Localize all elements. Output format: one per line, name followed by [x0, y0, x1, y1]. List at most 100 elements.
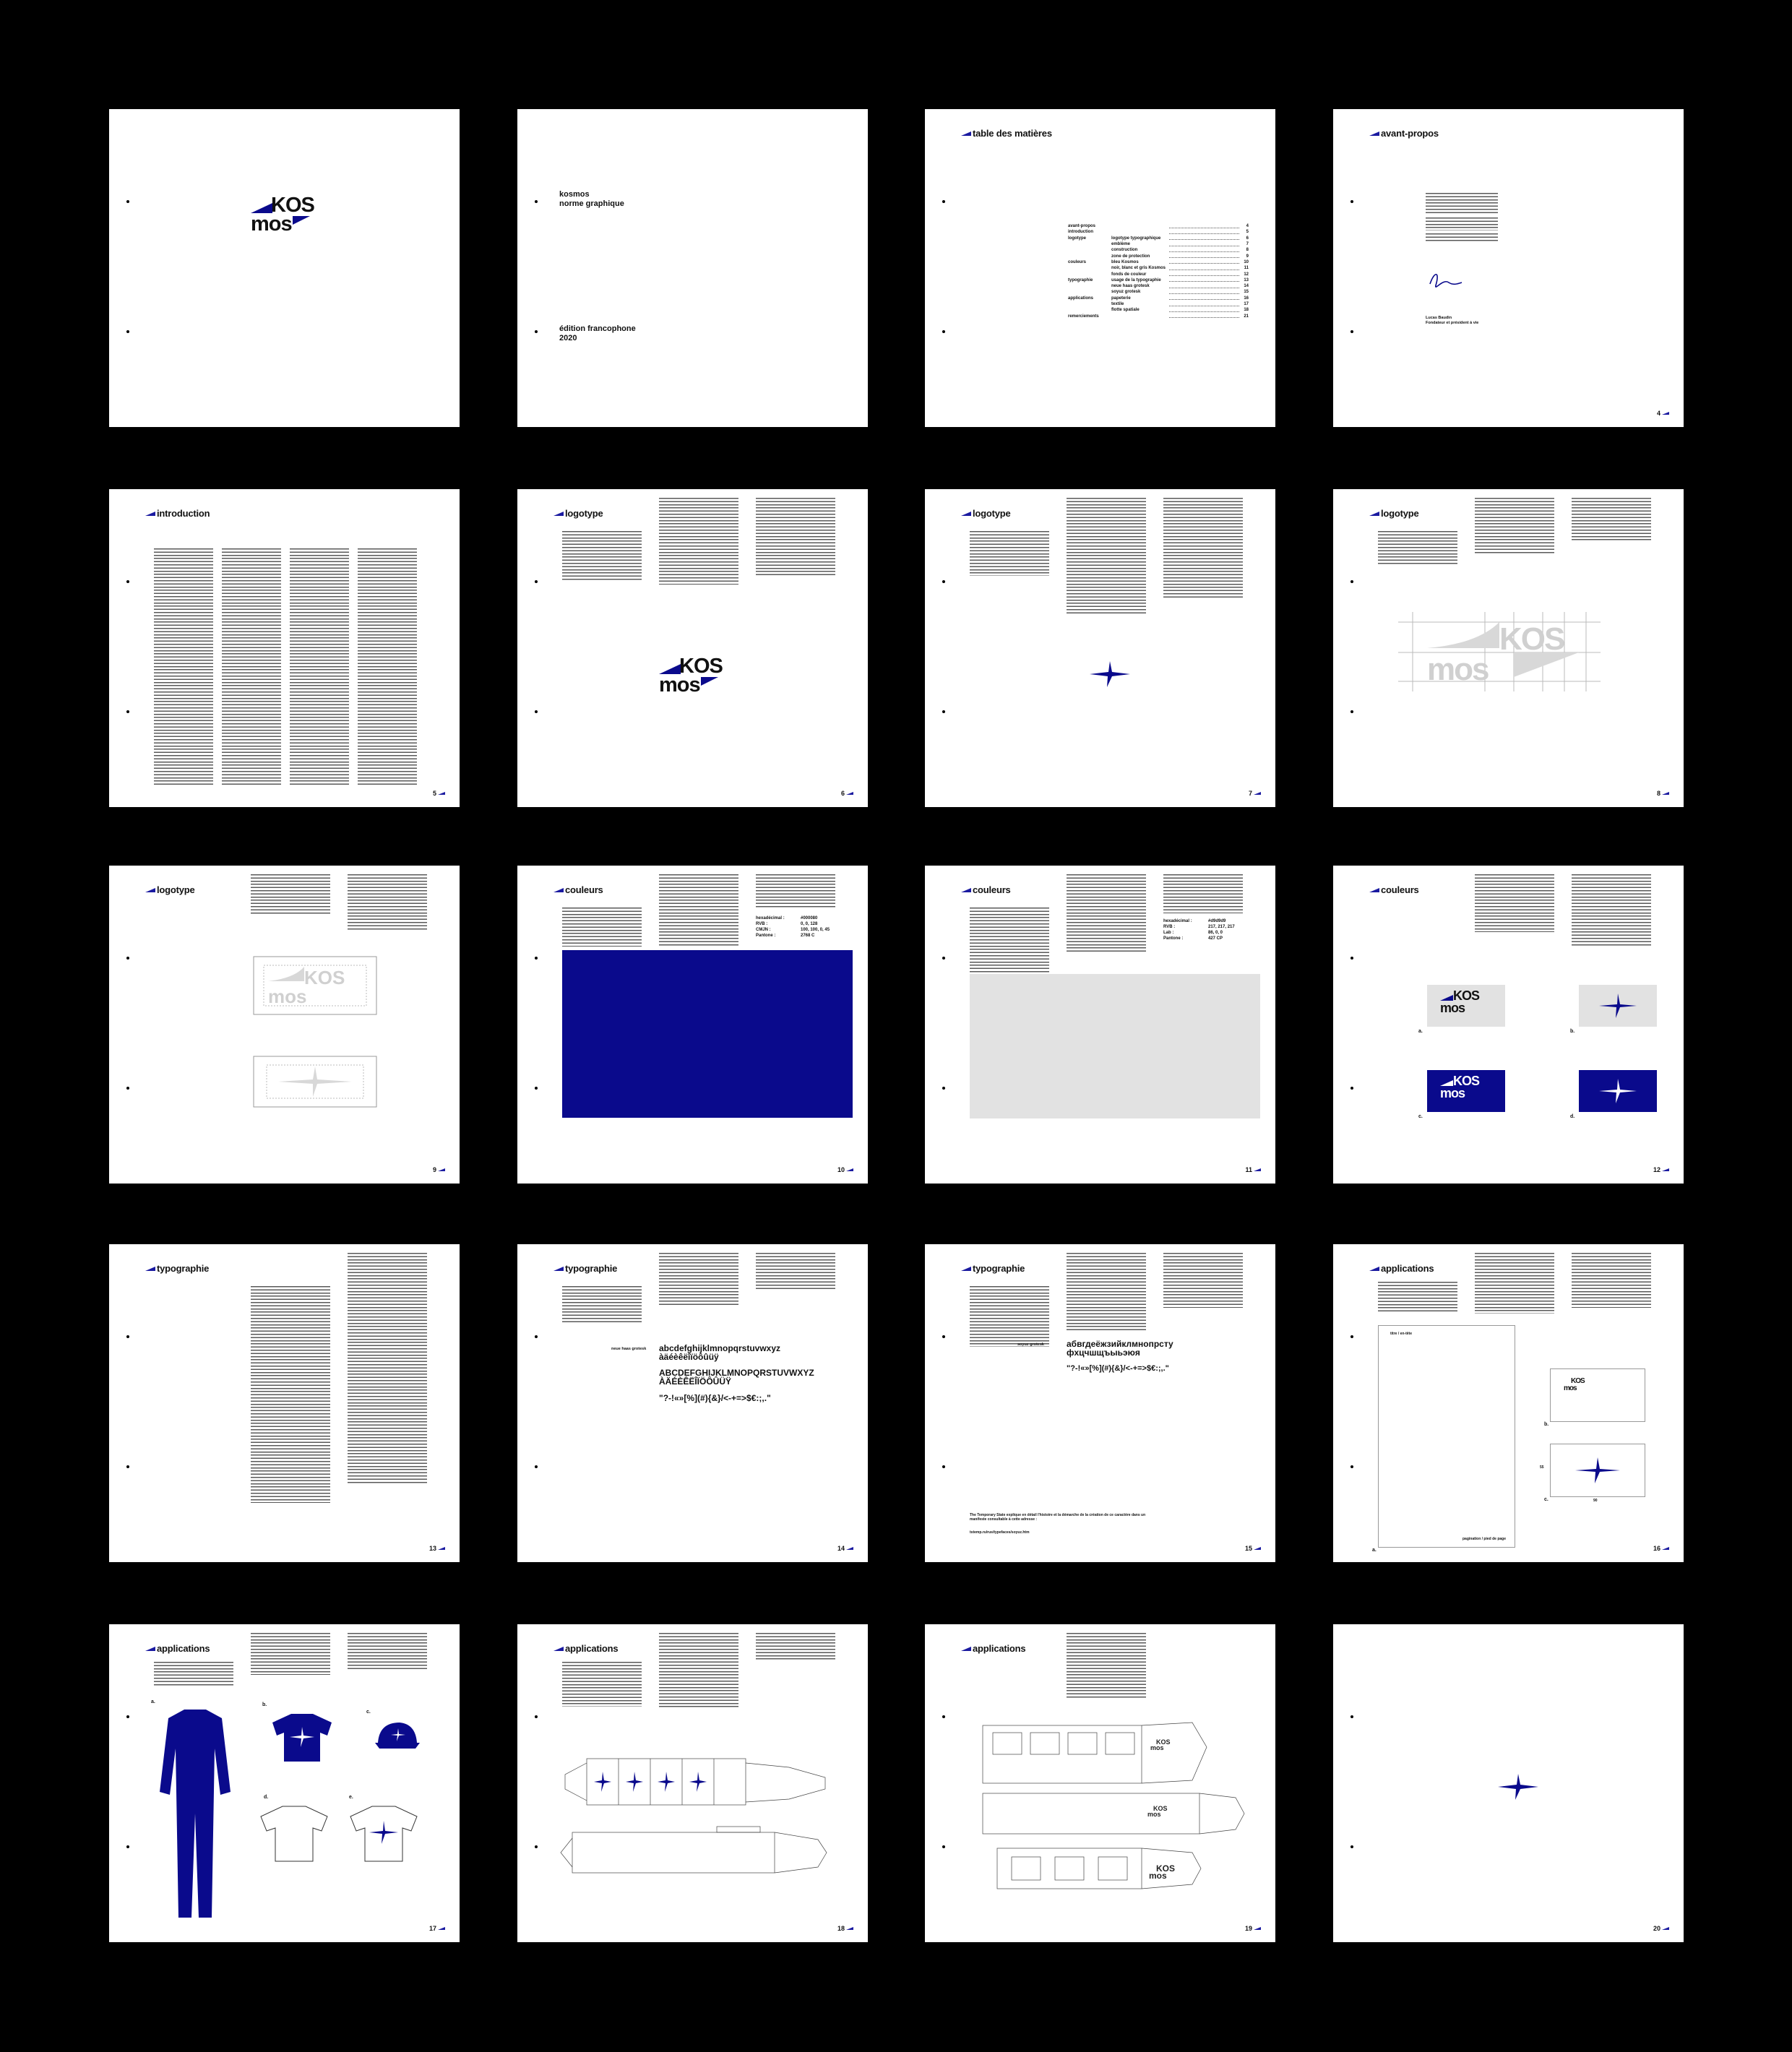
- color-values-table: hexadécimal : #d9d9d9 RVB :217, 217, 217 …: [1163, 919, 1235, 941]
- figure-label: b.: [262, 1702, 267, 1707]
- introduction-title: introduction: [145, 508, 210, 519]
- kosmos-logo: KOS mos: [251, 194, 315, 239]
- toc-leader: [1169, 225, 1239, 228]
- toc-page: 12: [1244, 272, 1249, 277]
- emblem-on-gray: [1579, 985, 1657, 1027]
- specimen-symbols: "?-!«»[%](#){&}/<-+=>$€:;,.": [659, 1393, 771, 1403]
- toc-row[interactable]: textile 17: [1068, 301, 1249, 307]
- toc-section: avant-propos: [1068, 224, 1096, 229]
- toc-leader: [1169, 260, 1239, 264]
- body-text-column: [562, 531, 642, 582]
- logotype-title: logotype: [145, 884, 195, 895]
- toc-row[interactable]: noir, blanc et gris Kosmos 11: [1068, 265, 1249, 271]
- page-couleurs-12: couleurs KOS mos a. b. KOS mos c. d. 12: [1333, 866, 1684, 1184]
- body-text-column: [1572, 1253, 1651, 1308]
- page-logotype-8: logotype KOS mos 8: [1333, 489, 1684, 807]
- couleurs-title: couleurs: [961, 884, 1011, 895]
- body-text-column: [1475, 874, 1554, 932]
- page-number: 11: [1245, 1166, 1261, 1173]
- toc-row[interactable]: typographie usage de la typographie 13: [1068, 277, 1249, 283]
- toc-row[interactable]: couleurs bleu Kosmos 10: [1068, 259, 1249, 265]
- toc-leader: [1169, 272, 1239, 277]
- toc-row[interactable]: emblème 7: [1068, 241, 1249, 247]
- toc-page: 17: [1244, 302, 1249, 306]
- toc-page: 4: [1246, 224, 1249, 229]
- logotype-title: logotype: [553, 508, 603, 519]
- toc-row[interactable]: fonds de couleur 12: [1068, 271, 1249, 277]
- page-applications-18: applications 18: [517, 1624, 868, 1942]
- emblem-protection-diagram: [253, 1056, 377, 1108]
- toc-row[interactable]: introduction 5: [1068, 229, 1249, 235]
- page-logotype-9: logotype KOS mos 9: [109, 866, 460, 1184]
- toc-row[interactable]: applications papeterie 16: [1068, 296, 1249, 301]
- spacecraft-top-view-drawing: KOS mos KOS mos KOS mos: [982, 1722, 1245, 1889]
- toc-row[interactable]: soyuz grotesk 15: [1068, 289, 1249, 295]
- svg-text:mos: mos: [1427, 652, 1489, 687]
- margin-dot: [126, 200, 129, 203]
- typographie-title: typographie: [961, 1263, 1025, 1274]
- avant-propos-title: avant-propos: [1369, 128, 1439, 139]
- toc-leader: [1169, 314, 1239, 319]
- toc-section: applications: [1068, 296, 1094, 301]
- page-title: kosmos norme graphique édition francopho…: [517, 109, 868, 427]
- toc-row[interactable]: neue haas grotesk 14: [1068, 283, 1249, 289]
- toc-section: logotype: [1068, 236, 1086, 241]
- svg-text:KOS: KOS: [1499, 621, 1564, 657]
- toc-row[interactable]: avant-propos 4: [1068, 223, 1249, 229]
- margin-dot: [1351, 580, 1353, 583]
- toc-leader: [1169, 249, 1239, 252]
- toc-row[interactable]: remerciements 21: [1068, 313, 1249, 319]
- body-text-column: [251, 1633, 330, 1675]
- logo-bottom-text: mos: [251, 212, 293, 236]
- figure-label: c.: [366, 1710, 371, 1715]
- body-text-column: [756, 498, 835, 577]
- toc-row[interactable]: flotte spatiale 18: [1068, 307, 1249, 313]
- svg-text:KOS: KOS: [304, 967, 345, 988]
- blue-tshirt-illustration: [272, 1714, 332, 1762]
- margin-dot: [126, 710, 129, 713]
- emblem-on-blue: [1579, 1070, 1657, 1112]
- toc-page: 14: [1244, 284, 1249, 289]
- toc-page: 21: [1244, 314, 1249, 319]
- logotype-title: logotype: [961, 508, 1011, 519]
- applications-title: applications: [145, 1643, 210, 1654]
- margin-dot: [1351, 1715, 1353, 1718]
- page-number: 12: [1653, 1166, 1669, 1173]
- toc-item: bleu Kosmos: [1111, 259, 1139, 264]
- page-logotype-6: logotype KOS mos 6: [517, 489, 868, 807]
- page-number: 13: [429, 1545, 445, 1552]
- figure-label: d.: [264, 1795, 269, 1800]
- body-text-column: [251, 1286, 330, 1503]
- specimen-lowercase: abcdefghijklmnopqrstuvwxyz àäéèêëîïöôûüÿ: [659, 1344, 780, 1361]
- figure-label: a.: [1372, 1548, 1377, 1553]
- toc-row[interactable]: construction 8: [1068, 247, 1249, 253]
- page-number: 16: [1653, 1545, 1669, 1552]
- body-text-column: [1572, 874, 1651, 947]
- toc-item: neue haas grotesk: [1111, 284, 1150, 289]
- toc-page: 6: [1246, 236, 1249, 241]
- page-number: 9: [433, 1166, 445, 1173]
- page-couleurs-11: couleurs hexadécimal : #d9d9d9 RVB :217, …: [925, 866, 1275, 1184]
- body-text-column: [756, 1633, 835, 1660]
- margin-dot: [535, 710, 538, 713]
- page-number: 4: [1657, 410, 1669, 417]
- figure-label: a.: [1418, 1029, 1423, 1034]
- margin-dot: [1351, 1845, 1353, 1848]
- margin-dot: [942, 710, 945, 713]
- body-text-column: [659, 874, 738, 947]
- page-applications-17: applications a. b. c. d. e. 17: [109, 1624, 460, 1942]
- toc-row[interactable]: logotype logotype typographique 6: [1068, 236, 1249, 241]
- specimen-cyrillic: абвгдеёжзийклмнопрсту фхцчшщъыьэюя: [1067, 1340, 1173, 1357]
- toc-item: zone de protection: [1111, 254, 1150, 259]
- business-card-back: [1550, 1444, 1645, 1497]
- footnote-url[interactable]: tstemp.ru/rus/typefaces/soyuz.htm: [970, 1530, 1030, 1535]
- page-cover: KOS mos: [109, 109, 460, 427]
- page-typographie-13: typographie 13: [109, 1244, 460, 1562]
- toc-row[interactable]: zone de protection 9: [1068, 253, 1249, 259]
- toc-item: soyuz grotesk: [1111, 290, 1141, 295]
- body-text-column: [154, 548, 213, 787]
- letterhead-header: titre / en-tête: [1390, 1332, 1413, 1336]
- signature-image: [1429, 273, 1463, 288]
- toc-page: 15: [1244, 290, 1249, 295]
- toc-leader: [1169, 303, 1239, 306]
